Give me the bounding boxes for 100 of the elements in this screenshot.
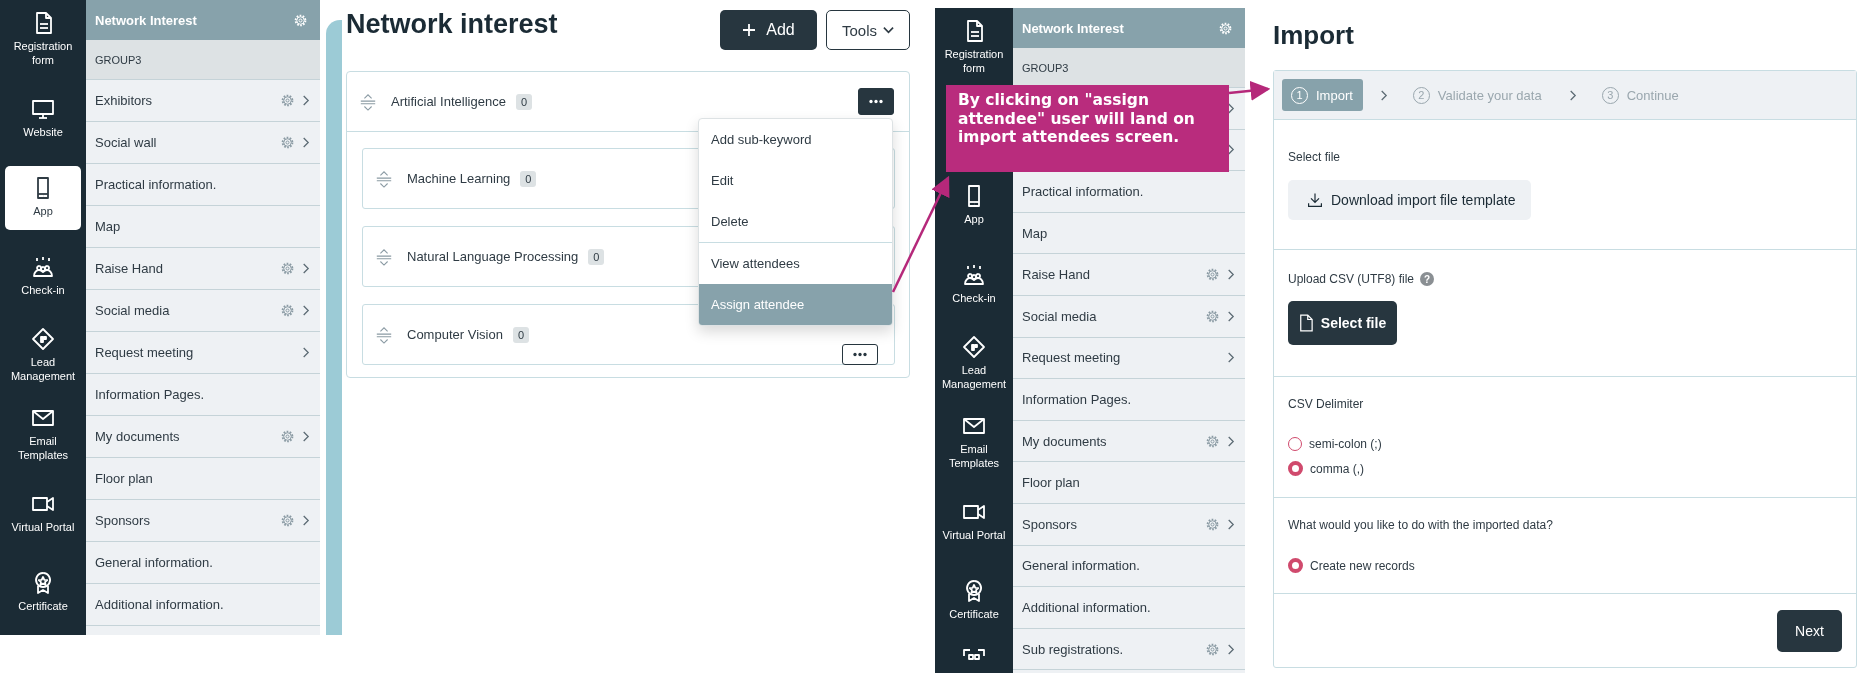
nav-item[interactable]: Registration form	[939, 15, 1009, 80]
radio-button[interactable]	[1288, 437, 1302, 451]
nav-item[interactable]: Virtual Portal	[939, 489, 1009, 554]
chevron-right-icon	[301, 346, 310, 359]
module-item[interactable]: Social media	[1013, 295, 1245, 338]
settings-icon[interactable]	[280, 93, 295, 108]
module-item[interactable]: General information.	[1013, 545, 1245, 588]
count-badge: 0	[515, 93, 532, 110]
caret-down-icon	[883, 26, 894, 34]
add-button[interactable]: Add	[720, 10, 817, 50]
nav-item[interactable]: Certificate	[939, 568, 1009, 633]
settings-icon[interactable]	[280, 135, 295, 150]
chevron-right-icon	[1226, 143, 1235, 157]
chevron-right-icon	[301, 304, 310, 317]
chevron-right-icon	[1226, 309, 1235, 323]
module-item[interactable]: Request meeting	[86, 332, 320, 374]
plus-icon	[742, 23, 757, 37]
menu-item[interactable]: Edit	[699, 160, 892, 201]
chevron-right-icon	[301, 136, 310, 149]
chevron-right-icon	[1226, 351, 1235, 365]
more-button[interactable]	[858, 88, 894, 115]
nav-item[interactable]: Check-in	[5, 244, 81, 309]
module-item[interactable]: Sub registrations.	[1013, 628, 1245, 671]
download-button[interactable]: Download import file template	[1288, 180, 1532, 220]
drag-handle-icon[interactable]	[375, 169, 393, 188]
tools-button[interactable]: Tools	[826, 10, 910, 50]
module-item[interactable]: Raise Hand	[1013, 254, 1245, 296]
module-item[interactable]: Practical information.	[86, 164, 320, 206]
module-item[interactable]: Map	[1013, 212, 1245, 255]
module-item[interactable]: Information Pages.	[86, 374, 320, 416]
nav-item[interactable]: App	[5, 165, 81, 230]
module-item[interactable]: General information.	[86, 542, 320, 584]
menu-item[interactable]: View attendees	[699, 243, 892, 284]
nav-item[interactable]: Virtual Portal	[5, 481, 81, 546]
nav-item[interactable]: Lead Management	[939, 331, 1009, 396]
module-item[interactable]: Exhibitors	[86, 80, 320, 122]
module-item[interactable]: Sponsors	[1013, 503, 1245, 546]
module-item[interactable]: Social media	[86, 290, 320, 332]
module-item[interactable]: Sponsors	[86, 500, 320, 542]
radio-button[interactable]	[1288, 461, 1303, 476]
settings-icon[interactable]	[1205, 516, 1220, 532]
next-button[interactable]: Next	[1777, 609, 1842, 652]
page-title: Network interest	[346, 8, 559, 40]
settings-icon[interactable]	[280, 303, 295, 318]
settings-icon[interactable]	[1205, 641, 1220, 657]
people-icon	[962, 263, 986, 288]
settings-icon[interactable]	[1218, 20, 1233, 36]
chevron-right-icon	[1226, 268, 1235, 282]
settings-icon[interactable]	[1205, 433, 1220, 449]
page-title: Import	[1273, 20, 1355, 52]
module-item[interactable]: Raise Hand	[86, 248, 320, 290]
settings-icon[interactable]	[280, 261, 295, 276]
module-item[interactable]: My documents	[86, 416, 320, 458]
select-file-button[interactable]: Select file	[1288, 301, 1397, 345]
nav-item[interactable]: Email Templates	[5, 402, 81, 467]
module-item[interactable]: Floor plan	[86, 458, 320, 500]
module-item[interactable]: Additional information.	[1013, 587, 1245, 629]
module-item[interactable]: Information Pages.	[1013, 379, 1245, 421]
settings-icon[interactable]	[280, 429, 295, 444]
keyword-label: Computer Vision	[407, 327, 503, 342]
radio-button[interactable]	[1288, 558, 1303, 573]
drag-handle-icon[interactable]	[375, 325, 393, 344]
settings-icon[interactable]	[1205, 267, 1220, 283]
nav-item[interactable]: Website	[5, 86, 81, 151]
keyword-label: Artificial Intelligence	[391, 94, 506, 109]
radio-option[interactable]: semi-colon (;)	[1288, 437, 1856, 451]
section-label: CSV Delimiter	[1288, 397, 1365, 411]
keyword-label: Machine Learning	[407, 171, 511, 186]
more-button[interactable]	[842, 344, 878, 365]
ticket-icon	[31, 327, 55, 352]
keyword-label: Natural Language Processing	[407, 249, 579, 264]
module-item[interactable]: Floor plan	[1013, 462, 1245, 504]
nav-item[interactable]: App	[939, 173, 1009, 238]
people-icon	[31, 255, 55, 280]
settings-icon[interactable]	[293, 12, 308, 28]
drag-handle-icon[interactable]	[375, 247, 393, 266]
group-heading: GROUP3	[86, 40, 320, 80]
chevron-right-icon	[301, 94, 310, 107]
module-item[interactable]: Social wall	[86, 122, 320, 164]
nav-item[interactable]: Lead Management	[5, 323, 81, 388]
count-badge: 0	[512, 326, 529, 343]
settings-icon[interactable]	[1205, 308, 1220, 324]
nav-item[interactable]: Registration form	[5, 7, 81, 72]
nav-item[interactable]: Check-in	[939, 252, 1009, 317]
chevron-right-icon	[301, 514, 310, 527]
chevron-right-icon	[301, 262, 310, 275]
more-icon	[852, 352, 868, 357]
chevron-right-icon	[301, 430, 310, 443]
nav-item[interactable]: Email Templates	[939, 410, 1009, 475]
drag-handle-icon[interactable]	[359, 92, 377, 111]
monitor-icon	[31, 97, 55, 122]
module-item[interactable]: Additional information.	[86, 584, 320, 626]
module-item[interactable]: Request meeting	[1013, 337, 1245, 380]
annotation-tooltip: By clicking on "assign attendee" user will land on import attendees screen.	[946, 85, 1229, 172]
module-item[interactable]: My documents	[1013, 420, 1245, 463]
module-item[interactable]: Map	[86, 206, 320, 248]
radio-option[interactable]: comma (,)	[1288, 461, 1856, 476]
settings-icon[interactable]	[280, 513, 295, 528]
nav-item[interactable]: Certificate	[5, 560, 81, 625]
radio-option[interactable]: Create new records	[1288, 558, 1856, 573]
